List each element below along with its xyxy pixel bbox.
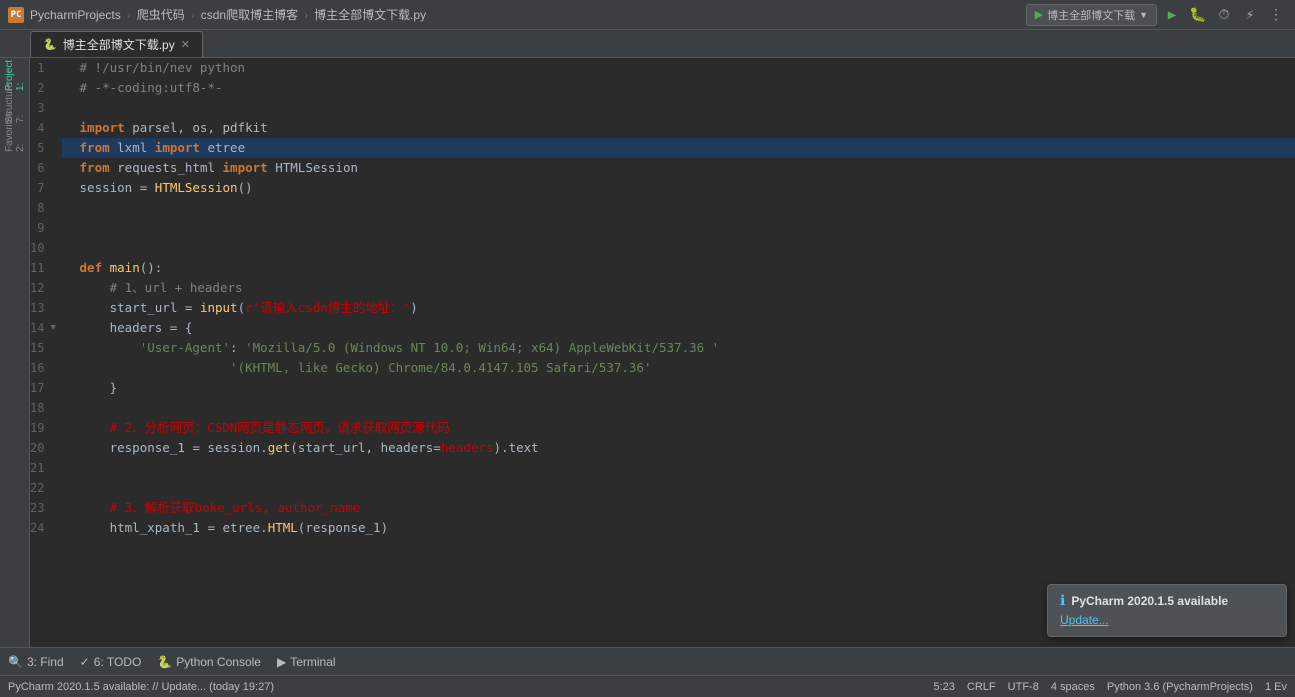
profile-button[interactable]: ⚡ [1239, 4, 1261, 26]
status-bottom-text: PyCharm 2020.1.5 available: // Update...… [8, 681, 274, 693]
status-left: PyCharm 2020.1.5 available: // Update...… [8, 681, 922, 693]
todo-icon: ✓ [80, 655, 90, 669]
tab-label: 博主全部博文下载.py [63, 36, 175, 53]
breadcrumb1[interactable]: 爬虫代码 [137, 6, 185, 23]
python-icon: 🐍 [157, 655, 172, 669]
code-line-5[interactable]: from lxml import etree [62, 138, 1295, 158]
terminal-label: Terminal [290, 655, 335, 669]
run-config-dropdown-icon: ▼ [1139, 10, 1148, 20]
code-line-3[interactable] [62, 98, 1295, 118]
more-button[interactable]: ⋮ [1265, 4, 1287, 26]
code-line-10[interactable] [62, 238, 1295, 258]
app-name: PycharmProjects [30, 8, 121, 22]
notification-title: PyCharm 2020.1.5 available [1071, 594, 1228, 608]
code-line-12[interactable]: # 1、url + headers [62, 278, 1295, 298]
search-icon: 🔍 [8, 655, 23, 669]
code-line-18[interactable] [62, 398, 1295, 418]
breadcrumb3[interactable]: 博主全部博文下载.py [314, 6, 426, 23]
fold-14[interactable]: ▼ [50, 318, 62, 338]
cursor-position: 5:23 [934, 681, 955, 693]
bottom-toolbar: 🔍 3: Find ✓ 6: TODO 🐍 Python Console ▶ T… [0, 647, 1295, 675]
notification-popup: ℹ PyCharm 2020.1.5 available Update... [1047, 584, 1287, 637]
main-layout: 1: Project 7: Structure 2: Favorites 1 2… [0, 58, 1295, 647]
debug-button[interactable]: 🐛 [1187, 4, 1209, 26]
tab-main-file[interactable]: 🐍 博主全部博文下载.py ✕ [30, 31, 203, 57]
code-line-9[interactable] [62, 218, 1295, 238]
tab-close-icon[interactable]: ✕ [181, 38, 190, 51]
code-line-6[interactable]: from requests_html import HTMLSession [62, 158, 1295, 178]
status-bar: PyCharm 2020.1.5 available: // Update...… [0, 675, 1295, 697]
encoding: UTF-8 [1008, 681, 1039, 693]
code-line-21[interactable] [62, 458, 1295, 478]
code-line-4[interactable]: import parsel, os, pdfkit [62, 118, 1295, 138]
app-logo: PC [8, 7, 24, 23]
find-label: 3: Find [27, 655, 64, 669]
sidebar-item-favorites[interactable]: 2: Favorites [2, 118, 28, 144]
code-line-23[interactable]: # 3、解析获取boke_urls, author_name [62, 498, 1295, 518]
find-tool[interactable]: 🔍 3: Find [8, 655, 64, 669]
code-line-2[interactable]: # -*-coding:utf8-*- [62, 78, 1295, 98]
python-version: Python 3.6 (PycharmProjects) [1107, 681, 1253, 693]
terminal-icon: ▶ [277, 655, 286, 669]
title-bar-left: PC PycharmProjects › 爬虫代码 › csdn爬取博主博客 ›… [8, 6, 1018, 23]
breadcrumb2[interactable]: csdn爬取博主博客 [201, 6, 298, 23]
terminal-tool[interactable]: ▶ Terminal [277, 655, 336, 669]
python-console-label: Python Console [176, 655, 261, 669]
info-icon: ℹ [1060, 593, 1065, 609]
code-line-19[interactable]: # 2、分析网页：CSDN网页是静态网页，请求获取网页源代码 [62, 418, 1295, 438]
line-separator: CRLF [967, 681, 996, 693]
run-config-icon: ▶ [1035, 8, 1043, 21]
todo-tool[interactable]: ✓ 6: TODO [80, 655, 142, 669]
title-bar-right: ▶ 博主全部博文下载 ▼ ▶ 🐛 ⏱ ⚡ ⋮ [1026, 4, 1287, 26]
code-content[interactable]: 1 2 3 4 5 6 7 8 9 10 11 12 13 14 15 16 1… [30, 58, 1295, 647]
tab-bar: 🐍 博主全部博文下载.py ✕ [0, 30, 1295, 58]
code-line-14[interactable]: headers = { [62, 318, 1295, 338]
indent-info: 4 spaces [1051, 681, 1095, 693]
code-line-13[interactable]: start_url = input(r'请输入csdn博主的地址：') [62, 298, 1295, 318]
todo-label: 6: TODO [94, 655, 142, 669]
code-line-16[interactable]: '(KHTML, like Gecko) Chrome/84.0.4147.10… [62, 358, 1295, 378]
code-line-20[interactable]: response_1 = session.get(start_url, head… [62, 438, 1295, 458]
status-right: 5:23 CRLF UTF-8 4 spaces Python 3.6 (Pyc… [934, 681, 1288, 693]
code-area[interactable]: 1 2 3 4 5 6 7 8 9 10 11 12 13 14 15 16 1… [30, 58, 1295, 647]
coverage-button[interactable]: ⏱ [1213, 4, 1235, 26]
code-line-22[interactable] [62, 478, 1295, 498]
run-config-selector[interactable]: ▶ 博主全部博文下载 ▼ [1026, 4, 1157, 26]
code-line-17[interactable]: } [62, 378, 1295, 398]
tab-py-icon: 🐍 [43, 38, 57, 51]
sidebar: 1: Project 7: Structure 2: Favorites [0, 58, 30, 647]
notification-update-link[interactable]: Update... [1060, 613, 1109, 627]
code-line-15[interactable]: 'User-Agent': 'Mozilla/5.0 (Windows NT 1… [62, 338, 1295, 358]
fold-gutter: ▼ [50, 58, 62, 647]
run-button[interactable]: ▶ [1161, 4, 1183, 26]
code-editor[interactable]: # !/usr/bin/nev python # -*-coding:utf8-… [62, 58, 1295, 647]
code-line-7[interactable]: session = HTMLSession() [62, 178, 1295, 198]
python-console-tool[interactable]: 🐍 Python Console [157, 655, 261, 669]
title-bar: PC PycharmProjects › 爬虫代码 › csdn爬取博主博客 ›… [0, 0, 1295, 30]
code-line-8[interactable] [62, 198, 1295, 218]
notification-header: ℹ PyCharm 2020.1.5 available [1060, 593, 1274, 609]
line-numbers: 1 2 3 4 5 6 7 8 9 10 11 12 13 14 15 16 1… [30, 58, 50, 647]
code-line-1[interactable]: # !/usr/bin/nev python [62, 58, 1295, 78]
code-line-11[interactable]: def main(): [62, 258, 1295, 278]
code-line-24[interactable]: html_xpath_1 = etree.HTML(response_1) [62, 518, 1295, 538]
run-config-label: 博主全部博文下载 [1047, 7, 1135, 23]
event-count: 1 Ev [1265, 681, 1287, 693]
